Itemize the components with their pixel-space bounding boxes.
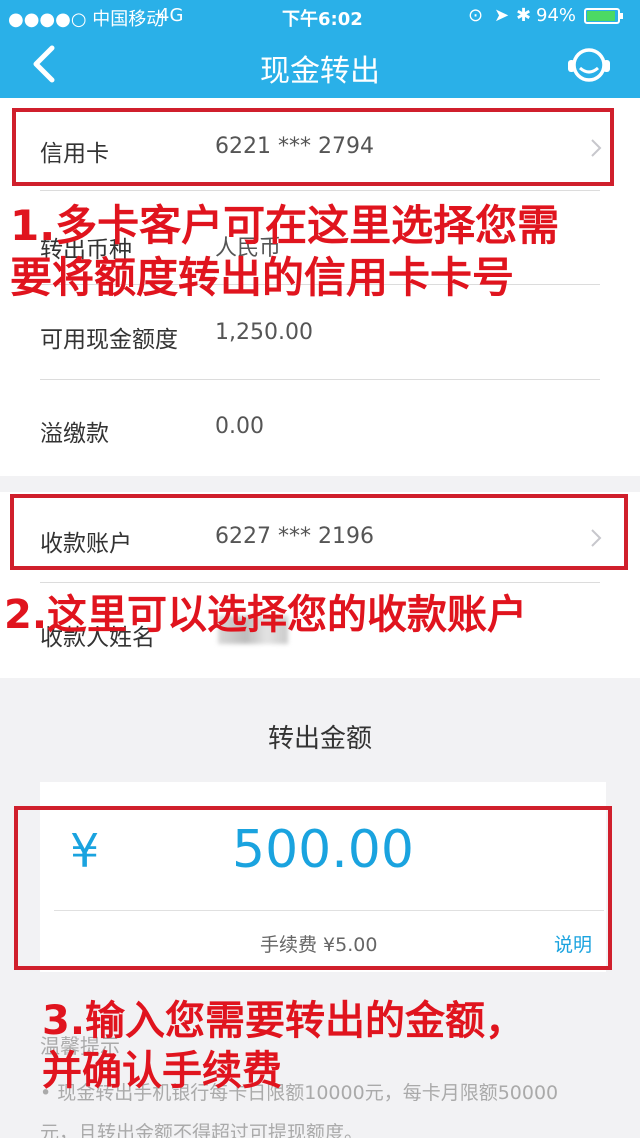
page-title: 现金转出 (260, 54, 380, 89)
battery-icon (584, 8, 623, 24)
cash-limit-label: 可用现金额度 (40, 327, 178, 353)
battery-percent: 94% (536, 5, 577, 26)
annotation-text-1: 要将额度转出的信用卡卡号 (10, 253, 515, 302)
status-time: 下午6:02 (282, 9, 363, 30)
status-bar: ●●●●○ 中国移动 4G 下午6:02 ⊙ ➤ ✱ 94% (0, 0, 640, 32)
annotation-box (14, 806, 612, 970)
divider (40, 190, 600, 191)
location-icon: ➤ (494, 5, 510, 26)
divider (40, 379, 600, 380)
annotation-text-3: 并确认手续费 (42, 1048, 282, 1094)
tips-line: 元，且转出金额不得超过可提现额度。 (40, 1122, 364, 1138)
nav-bar: 现金转出 (0, 32, 640, 98)
annotation-text-2: 2.这里可以选择您的收款账户 (4, 592, 528, 638)
bluetooth-icon: ✱ (516, 5, 532, 26)
network-type: 4G (158, 5, 184, 26)
customer-service-icon[interactable] (566, 46, 612, 84)
rotation-lock-icon: ⊙ (468, 5, 484, 26)
annotation-box (12, 108, 614, 186)
carrier-text: ●●●●○ 中国移动 (8, 9, 165, 30)
cash-limit-value: 1,250.00 (215, 320, 313, 345)
annotation-box (10, 494, 628, 570)
amount-title: 转出金额 (267, 724, 372, 754)
overpay-value: 0.00 (215, 414, 264, 439)
overpay-label: 溢缴款 (40, 421, 109, 447)
